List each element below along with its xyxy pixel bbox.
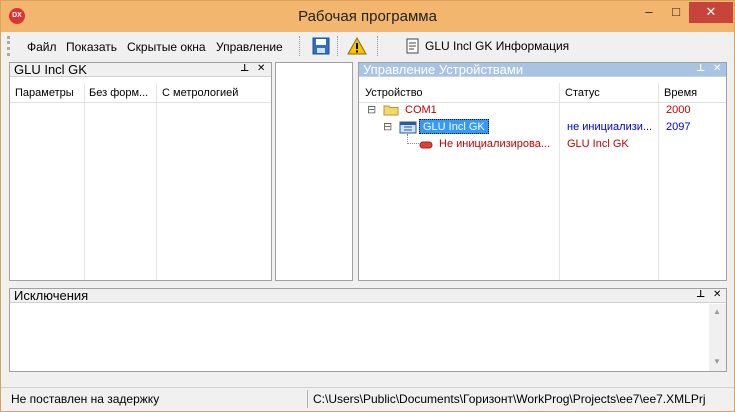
- device-name-selected[interactable]: GLU Incl GK: [419, 119, 489, 134]
- minimize-button[interactable]: –: [635, 2, 663, 23]
- title-bar[interactable]: DX Рабочая программа – □ ✕: [1, 1, 734, 32]
- column-divider: [84, 83, 85, 280]
- expander-icon[interactable]: ⊟: [367, 103, 376, 116]
- warning-icon: [347, 36, 367, 55]
- menu-file[interactable]: Файл: [27, 40, 57, 54]
- toolbar-grip[interactable]: [7, 36, 10, 56]
- window-title: Рабочая программа: [298, 8, 437, 25]
- devices-panel: Управление Устройствами ⊥ ✕ Устройство С…: [358, 62, 727, 281]
- status-bar: Не поставлен на задержку C:\Users\Public…: [1, 387, 734, 411]
- tree-row[interactable]: Не инициализирова... GLU Incl GK: [359, 134, 726, 153]
- panel-header[interactable]: Исключения ⊥ ✕: [10, 288, 726, 303]
- menu-hidden-windows[interactable]: Скрытые окна: [127, 40, 206, 54]
- expander-icon[interactable]: ⊟: [383, 120, 392, 133]
- column-header[interactable]: Без форм...: [89, 87, 159, 99]
- calendar-icon: [399, 121, 417, 134]
- status-text: Не поставлен на задержку: [11, 392, 160, 406]
- menu-show[interactable]: Показать: [66, 40, 117, 54]
- scroll-down-icon[interactable]: ▼: [713, 357, 721, 366]
- pin-icon[interactable]: ⊥: [240, 63, 249, 74]
- device-time: 2000: [666, 104, 691, 116]
- device-name: Не инициализирова...: [439, 138, 551, 150]
- scroll-up-icon[interactable]: ▲: [713, 307, 721, 316]
- middle-panel: [275, 62, 353, 281]
- column-header[interactable]: С метрологией: [162, 87, 262, 99]
- status-separator: [307, 390, 308, 408]
- folder-icon: [383, 105, 399, 116]
- project-path: C:\Users\Public\Documents\Горизонт\WorkP…: [313, 392, 706, 406]
- maximize-button[interactable]: □: [663, 2, 689, 23]
- close-button[interactable]: ✕: [689, 2, 733, 23]
- panel-header[interactable]: GLU Incl GK ⊥ ✕: [10, 62, 271, 77]
- panel-title: Управление Устройствами: [363, 62, 524, 77]
- device-status: не инициализи...: [567, 121, 653, 133]
- device-name: COM1: [405, 104, 437, 116]
- device-info-label: GLU Incl GK Информация: [425, 39, 570, 53]
- pin-icon[interactable]: ⊥: [696, 63, 705, 74]
- vertical-scrollbar[interactable]: ▲ ▼: [709, 304, 726, 371]
- grid-header: Устройство Статус Время: [359, 83, 726, 103]
- save-button[interactable]: [311, 36, 331, 56]
- column-header[interactable]: Статус: [565, 87, 655, 99]
- error-icon: [419, 141, 433, 149]
- panel-close-icon[interactable]: ✕: [713, 289, 721, 300]
- panel-close-icon[interactable]: ✕: [713, 63, 721, 74]
- column-header[interactable]: Устройство: [365, 87, 555, 99]
- column-header[interactable]: Время: [664, 87, 724, 99]
- toolbar-separator: [377, 36, 378, 56]
- document-icon: [406, 38, 419, 54]
- parameters-panel: GLU Incl GK ⊥ ✕ Параметры Без форм... С …: [9, 62, 272, 281]
- tree-row[interactable]: ⊟ COM1 2000: [359, 102, 726, 119]
- panel-title: GLU Incl GK: [14, 62, 87, 77]
- panel-close-icon[interactable]: ✕: [257, 63, 265, 74]
- device-status: GLU Incl GK: [567, 138, 629, 150]
- panel-header[interactable]: Управление Устройствами ⊥ ✕: [359, 62, 726, 77]
- panel-title: Исключения: [14, 288, 89, 303]
- device-time: 2097: [666, 121, 691, 133]
- floppy-icon: [312, 37, 330, 55]
- pin-icon[interactable]: ⊥: [696, 289, 705, 300]
- exceptions-panel: Исключения ⊥ ✕ ▲ ▼: [9, 288, 727, 372]
- column-divider: [156, 83, 157, 280]
- grid-header: Параметры Без форм... С метрологией: [10, 83, 271, 103]
- column-header[interactable]: Параметры: [15, 87, 85, 99]
- toolbar-separator: [299, 36, 300, 56]
- menu-control[interactable]: Управление: [216, 40, 283, 54]
- app-window: DX Рабочая программа – □ ✕ Файл Показать…: [0, 0, 735, 412]
- warning-button[interactable]: [347, 36, 367, 56]
- menu-toolbar: Файл Показать Скрытые окна Управление GL…: [1, 32, 734, 60]
- toolbar-separator: [337, 36, 338, 56]
